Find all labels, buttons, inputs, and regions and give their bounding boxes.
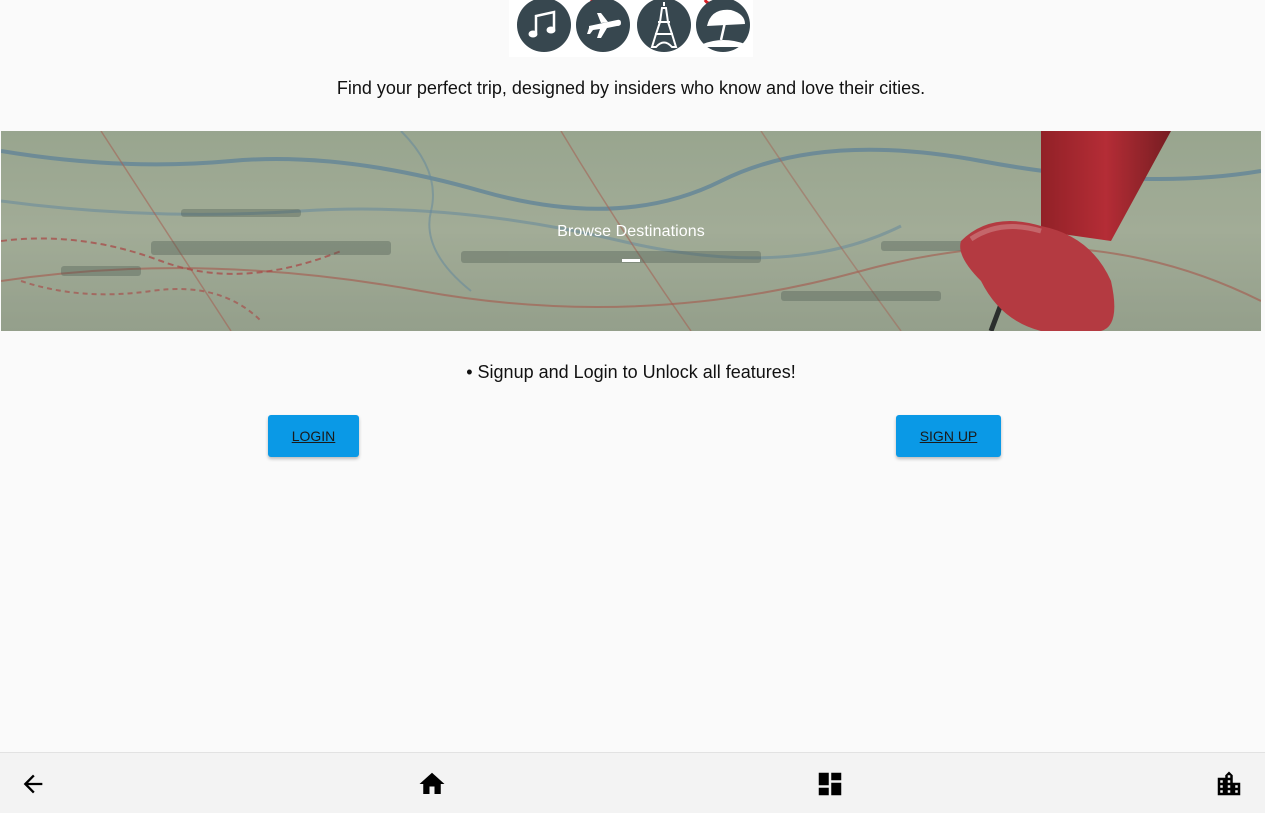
signup-notice: • Signup and Login to Unlock all feature… [466,362,796,382]
nav-home-button[interactable] [408,753,456,813]
beach-umbrella-icon [696,0,750,52]
banner-title: Browse Destinations [557,223,705,240]
login-button[interactable]: LOGIN [268,415,359,457]
browse-destinations-banner[interactable]: Browse Destinations [1,131,1261,331]
app-logo [509,0,753,57]
city-icon [1217,771,1241,795]
tagline: Find your perfect trip, designed by insi… [336,78,926,98]
eiffel-tower-icon [637,0,691,52]
music-note-icon [517,0,571,52]
nav-city-button[interactable] [1205,753,1253,813]
arrow-back-icon [23,774,43,793]
page: Find your perfect trip, designed by insi… [0,0,1265,813]
bottom-navigation [0,752,1265,813]
signup-button[interactable]: SIGN UP [896,415,1001,457]
nav-back-button[interactable] [9,753,57,813]
home-icon [419,772,445,794]
dashboard-icon [818,772,842,795]
airplane-icon [576,0,630,52]
nav-dashboard-button[interactable] [806,753,854,813]
banner-underline [622,259,640,262]
